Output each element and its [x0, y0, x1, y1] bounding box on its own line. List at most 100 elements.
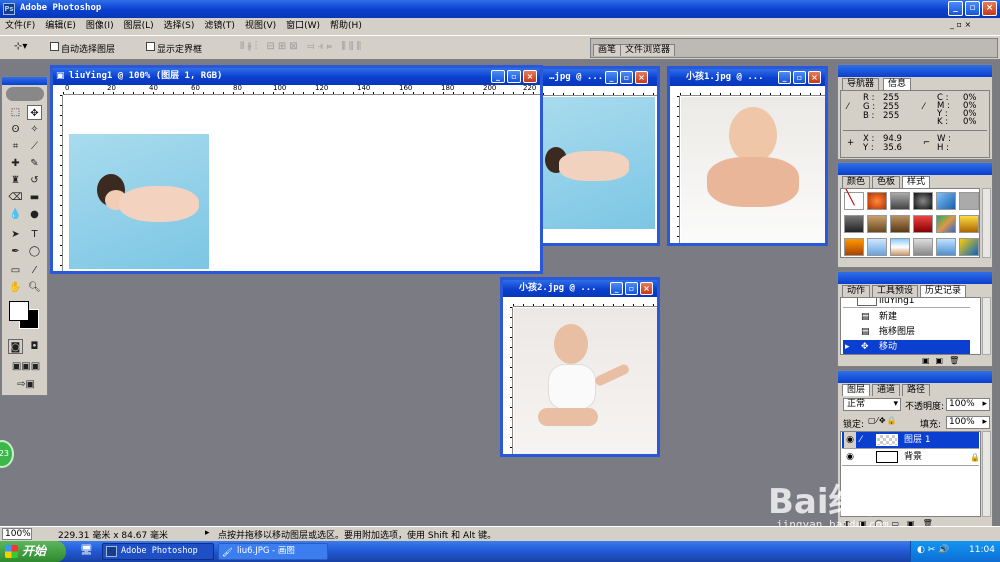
minimize-button[interactable]: _	[948, 1, 963, 16]
notes-tool-icon[interactable]: ▭	[8, 263, 23, 278]
quicklaunch-icon[interactable]: 🖥︎	[80, 545, 93, 556]
panel-title-bar[interactable]	[838, 163, 992, 175]
lock-icons[interactable]: ▢⁄✥🔒	[868, 416, 898, 425]
doc-close-button[interactable]: ×	[523, 70, 537, 83]
tab-brush[interactable]: 画笔	[593, 44, 622, 56]
eyedropper-icon[interactable]: ⁄	[27, 263, 42, 278]
doc-minimize-button[interactable]: _	[610, 282, 623, 295]
style-swatch[interactable]	[844, 215, 864, 233]
green-badge[interactable]: 23	[0, 440, 14, 468]
menu-edit[interactable]: 编辑(E)	[40, 18, 81, 35]
opacity-input[interactable]: 100% ▸	[946, 398, 990, 411]
eye-icon[interactable]: ◉	[844, 432, 856, 448]
tab-color[interactable]: 颜色	[842, 176, 871, 188]
align-buttons[interactable]: ⫴⫵⫶ ⊟⊞⊠ ⫤⫣⫢ ⫼⫼⫼	[240, 41, 440, 55]
tray-icons[interactable]: ◐ ✂ 🔊	[917, 545, 949, 555]
style-swatch[interactable]	[867, 238, 887, 256]
doc-maximize-button[interactable]: ▫	[507, 70, 521, 83]
panel-title-bar[interactable]	[838, 371, 992, 383]
gradient-tool-icon[interactable]: ▬	[27, 190, 42, 205]
style-swatch[interactable]	[913, 215, 933, 233]
tab-info[interactable]: 信息	[883, 78, 912, 90]
doc-window-baby-sleeping[interactable]: …jpg @ ... _ ▫ ×	[530, 66, 660, 246]
doc-maximize-button[interactable]: ▫	[620, 71, 633, 84]
doc-window-child2[interactable]: 小孩2.jpg @ ... _ ▫ ×	[500, 277, 660, 457]
tab-styles[interactable]: 样式	[902, 176, 931, 188]
tab-paths[interactable]: 路径	[902, 384, 931, 396]
style-swatch[interactable]	[890, 238, 910, 256]
layer-row-selected[interactable]: ◉ ⁄ 图层 1	[842, 432, 979, 449]
fill-input[interactable]: 100% ▸	[946, 416, 990, 429]
menu-layer[interactable]: 图层(L)	[119, 18, 159, 35]
history-footer-icons[interactable]: ▣▣🗑	[922, 356, 965, 365]
doc-minimize-button[interactable]: _	[491, 70, 505, 83]
panel-title-bar[interactable]	[838, 65, 992, 77]
tab-file-browser[interactable]: 文件浏览器	[620, 44, 676, 56]
panel-scrollbar[interactable]	[982, 297, 991, 355]
doc-window-liuying1[interactable]: liuYing1 @ 100% (图层 1, RGB) ▣ _ ▫ × 0 20…	[50, 65, 543, 274]
quick-mask-on-icon[interactable]: ◘	[27, 339, 42, 354]
style-swatch[interactable]	[959, 215, 979, 233]
doc-close-button[interactable]: ×	[635, 71, 648, 84]
tab-actions[interactable]: 动作	[842, 285, 871, 297]
slice-tool-icon[interactable]: ⟋	[27, 139, 42, 154]
zoom-field[interactable]: 100%	[2, 528, 32, 540]
doc-minimize-button[interactable]: _	[605, 71, 618, 84]
history-item[interactable]: ▤ 新建	[843, 310, 970, 324]
style-swatch[interactable]	[913, 238, 933, 256]
zoom-tool-icon[interactable]: 🔍︎	[27, 280, 42, 295]
move-tool-icon[interactable]: ✥	[27, 105, 42, 120]
jump-to-imageready-icon[interactable]: ⇨▣	[8, 377, 44, 392]
blend-mode-select[interactable]: 正常 ▾	[843, 398, 901, 411]
stamp-tool-icon[interactable]: ♜	[8, 173, 23, 188]
taskbar-item-paint[interactable]: 🖌 liu6.JPG - 画图	[218, 543, 328, 560]
menu-help[interactable]: 帮助(H)	[325, 18, 367, 35]
tab-history[interactable]: 历史记录	[920, 285, 967, 297]
healing-tool-icon[interactable]: ✚	[8, 156, 23, 171]
foreground-color-swatch[interactable]	[9, 301, 29, 321]
style-swatch[interactable]	[936, 192, 956, 210]
menu-image[interactable]: 图像(I)	[81, 18, 119, 35]
doc-close-button[interactable]: ×	[808, 71, 821, 84]
style-swatch[interactable]	[867, 192, 887, 210]
style-swatch[interactable]	[936, 215, 956, 233]
taskbar-item-photoshop[interactable]: Adobe Photoshop	[102, 543, 214, 560]
eraser-tool-icon[interactable]: ⌫	[8, 190, 23, 205]
doc-maximize-button[interactable]: ▫	[625, 282, 638, 295]
maximize-button[interactable]: ▫	[965, 1, 980, 16]
quick-mask-off-icon[interactable]: ◙	[8, 339, 23, 354]
move-tool-preset-icon[interactable]: ⊹▾	[14, 41, 27, 52]
blur-tool-icon[interactable]: 💧	[8, 207, 23, 222]
panel-scrollbar[interactable]	[982, 188, 991, 258]
style-swatch[interactable]	[959, 192, 979, 210]
style-swatch[interactable]	[890, 192, 910, 210]
dodge-tool-icon[interactable]: ●	[27, 207, 42, 222]
tab-tool-presets[interactable]: 工具预设	[872, 285, 919, 297]
doc-close-button[interactable]: ×	[640, 282, 653, 295]
lasso-tool-icon[interactable]: ʘ	[8, 122, 23, 137]
menu-select[interactable]: 选择(S)	[159, 18, 200, 35]
history-item[interactable]: ▤ 拖移图层	[843, 325, 970, 339]
hand-tool-icon[interactable]: ✋	[8, 280, 23, 295]
brush-tool-icon[interactable]: ✎	[27, 156, 42, 171]
menu-filter[interactable]: 滤镜(T)	[199, 18, 240, 35]
crop-tool-icon[interactable]: ⌗	[8, 139, 23, 154]
layer-row[interactable]: ◉ 背景 🔒	[842, 449, 980, 466]
style-swatch[interactable]	[936, 238, 956, 256]
status-arrow-icon[interactable]: ▸	[205, 528, 210, 538]
style-swatch[interactable]	[959, 238, 979, 256]
style-swatch[interactable]	[844, 238, 864, 256]
marquee-tool-icon[interactable]: ⬚	[8, 105, 23, 120]
style-swatch[interactable]	[913, 192, 933, 210]
type-tool-icon[interactable]: T	[27, 227, 42, 242]
panel-title-bar[interactable]	[838, 272, 992, 284]
close-button[interactable]: ×	[982, 1, 997, 16]
doc-title-bar[interactable]: liuYing1 @ 100% (图层 1, RGB)	[53, 68, 540, 85]
doc-minimize-button[interactable]: _	[778, 71, 791, 84]
screen-mode-icons[interactable]: ▣▣▣	[8, 359, 44, 374]
auto-select-checkbox[interactable]	[50, 42, 59, 51]
menu-view[interactable]: 视图(V)	[240, 18, 281, 35]
path-select-icon[interactable]: ➤	[8, 227, 23, 242]
history-brush-icon[interactable]: ↺	[27, 173, 42, 188]
doc-maximize-button[interactable]: ▫	[793, 71, 806, 84]
